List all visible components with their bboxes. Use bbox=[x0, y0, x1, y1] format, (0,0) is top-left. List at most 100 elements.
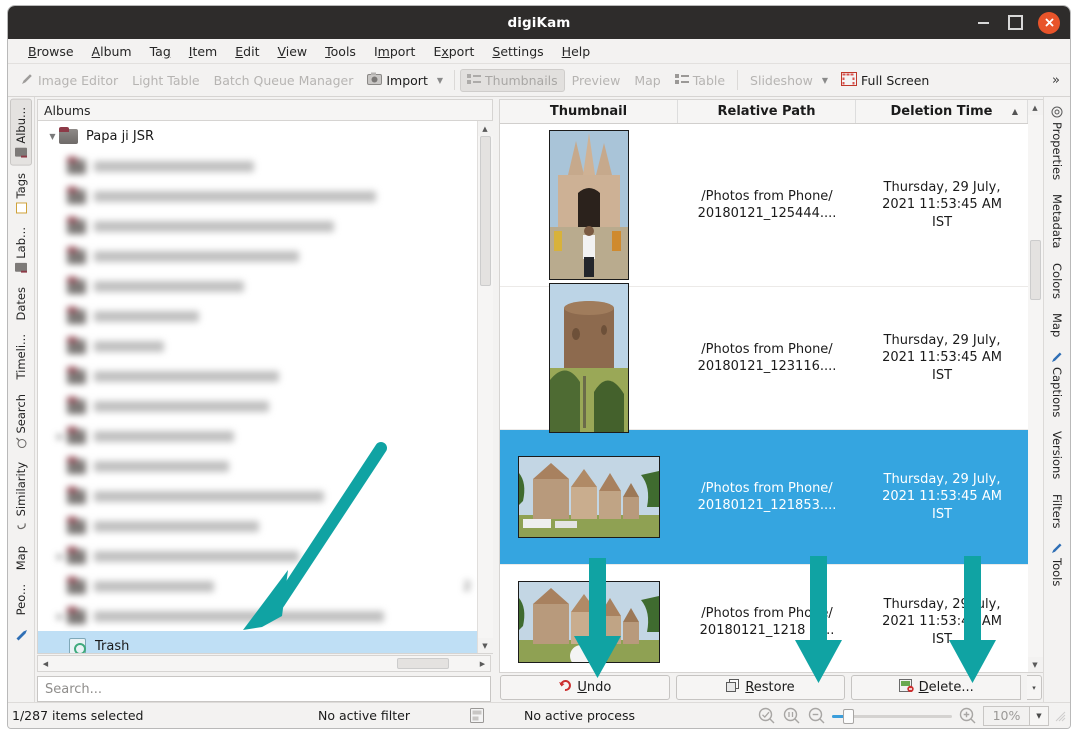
zoom-slider[interactable] bbox=[832, 706, 952, 726]
sidebar-item-search[interactable]: Search bbox=[11, 387, 31, 456]
menu-import[interactable]: Import bbox=[365, 41, 425, 61]
zoom-dropdown-button[interactable]: ▼ bbox=[1030, 706, 1049, 726]
menu-tools[interactable]: Tools bbox=[316, 41, 365, 61]
album-tree-vertical-scrollbar[interactable]: ▲ ▼ bbox=[477, 121, 492, 653]
tree-row-item[interactable]: 2 bbox=[38, 571, 477, 601]
zoom-slider-handle[interactable] bbox=[843, 709, 854, 724]
toolbar-table[interactable]: Table bbox=[668, 69, 732, 92]
sidebar-item-dates[interactable]: Dates bbox=[11, 280, 31, 327]
tree-row-item[interactable]: ▶ bbox=[38, 421, 477, 451]
tree-row-item[interactable] bbox=[38, 211, 477, 241]
import-dropdown-arrow[interactable]: ▼ bbox=[435, 76, 449, 85]
toolbar-image-editor[interactable]: Image Editor bbox=[13, 68, 125, 93]
delete-button[interactable]: Delete... bbox=[851, 675, 1021, 700]
sidebar-item-map[interactable]: Map bbox=[11, 539, 31, 577]
toolbar-slideshow[interactable]: Slideshow bbox=[743, 69, 820, 92]
sidebar-item-similarity[interactable]: Similarity bbox=[11, 455, 31, 538]
sidebar-item-timeline[interactable]: Timeli... bbox=[11, 327, 31, 387]
minimize-button[interactable] bbox=[974, 14, 992, 32]
resize-grip[interactable] bbox=[1054, 710, 1066, 722]
search-input[interactable] bbox=[45, 682, 490, 697]
sidebar-item-versions[interactable]: Versions bbox=[1047, 424, 1067, 486]
tree-row-trash[interactable]: Trash bbox=[38, 631, 477, 653]
sidebar-item-tags[interactable]: Tags bbox=[11, 166, 31, 220]
sidebar-item-filters[interactable]: Filters bbox=[1047, 487, 1067, 535]
table-body[interactable]: /Photos from Phone/ 20180121_125444....T… bbox=[500, 124, 1028, 672]
menu-item[interactable]: Item bbox=[180, 41, 226, 61]
scrollbar-track[interactable] bbox=[478, 136, 493, 638]
tree-row-item[interactable] bbox=[38, 391, 477, 421]
toolbar-preview[interactable]: Preview bbox=[565, 69, 628, 92]
menu-browse[interactable]: Browse bbox=[19, 41, 83, 61]
sidebar-item-metadata[interactable]: Metadata bbox=[1047, 187, 1067, 255]
chevron-down-icon[interactable]: ▼ bbox=[46, 132, 59, 141]
scroll-down-icon[interactable]: ▼ bbox=[478, 638, 493, 653]
toolbar-batch-queue-manager[interactable]: Batch Queue Manager bbox=[207, 69, 361, 92]
tree-row-item[interactable]: ▶ bbox=[38, 601, 477, 631]
scroll-right-icon[interactable]: ▶ bbox=[475, 656, 490, 671]
table-row[interactable]: /Photos from Phone/ 20180121_121853....T… bbox=[500, 430, 1028, 565]
scroll-up-icon[interactable]: ▲ bbox=[478, 121, 493, 136]
sidebar-item-labels[interactable]: Lab... bbox=[11, 220, 31, 280]
toolbar-map[interactable]: Map bbox=[627, 69, 667, 92]
menu-edit[interactable]: Edit bbox=[226, 41, 268, 61]
tree-row-item[interactable]: ▶ bbox=[38, 541, 477, 571]
menu-tag[interactable]: Tag bbox=[141, 41, 180, 61]
delete-dropdown-button[interactable]: ▾ bbox=[1027, 675, 1042, 700]
hscrollbar-thumb[interactable] bbox=[397, 658, 449, 669]
album-tree-horizontal-scrollbar[interactable]: ◀ ▶ bbox=[37, 655, 491, 672]
maximize-button[interactable] bbox=[1006, 14, 1024, 32]
tree-row-item[interactable] bbox=[38, 331, 477, 361]
sidebar-pencil-icon-tab[interactable] bbox=[12, 622, 31, 649]
table-row[interactable]: /Photos from Phone/ 20180121_125444....T… bbox=[500, 124, 1028, 287]
close-button[interactable] bbox=[1038, 12, 1060, 34]
table-scrollbar-track[interactable] bbox=[1028, 115, 1043, 657]
toolbar-overflow-button[interactable]: » bbox=[1052, 73, 1065, 88]
zoom-out-icon[interactable] bbox=[804, 706, 829, 726]
album-search-bar[interactable] bbox=[37, 676, 491, 702]
menu-export[interactable]: Export bbox=[424, 41, 483, 61]
zoom-in-icon[interactable] bbox=[955, 706, 980, 726]
slideshow-dropdown-arrow[interactable]: ▼ bbox=[820, 76, 834, 85]
tree-row-item[interactable] bbox=[38, 241, 477, 271]
menu-help[interactable]: Help bbox=[553, 41, 600, 61]
column-header-relative-path[interactable]: Relative Path bbox=[678, 100, 856, 123]
restore-button[interactable]: Restore bbox=[676, 675, 846, 700]
tree-row-item[interactable] bbox=[38, 181, 477, 211]
toolbar-import[interactable]: Import bbox=[360, 68, 435, 92]
sidebar-item-colors[interactable]: Colors bbox=[1047, 256, 1067, 306]
table-scroll-up-icon[interactable]: ▲ bbox=[1028, 100, 1043, 115]
tree-row-item[interactable] bbox=[38, 151, 477, 181]
chevron-icon[interactable]: ▶ bbox=[54, 612, 67, 621]
sidebar-item-properties[interactable]: Properties bbox=[1047, 99, 1067, 187]
chevron-icon[interactable]: ▶ bbox=[54, 432, 67, 441]
sidebar-item-people[interactable]: Peo... bbox=[11, 577, 31, 622]
tree-row-item[interactable] bbox=[38, 361, 477, 391]
tree-row-item[interactable] bbox=[38, 301, 477, 331]
table-scroll-down-icon[interactable]: ▼ bbox=[1028, 657, 1043, 672]
menu-album[interactable]: Album bbox=[83, 41, 141, 61]
tree-row-item[interactable] bbox=[38, 481, 477, 511]
zoom-value-field[interactable]: 10% bbox=[983, 706, 1030, 726]
table-row[interactable]: /Photos from Phone/ 20180121_1218 8....T… bbox=[500, 565, 1028, 672]
tree-row-item[interactable] bbox=[38, 451, 477, 481]
hscrollbar-track[interactable] bbox=[53, 656, 475, 671]
tree-row-item[interactable] bbox=[38, 511, 477, 541]
column-header-deletion-time[interactable]: Deletion Time ▲ bbox=[856, 100, 1028, 123]
menu-settings[interactable]: Settings bbox=[483, 41, 552, 61]
zoom-100-icon[interactable] bbox=[779, 706, 804, 726]
sidebar-item-albums[interactable]: Albu... bbox=[10, 99, 32, 166]
toolbar-thumbnails[interactable]: Thumbnails bbox=[460, 69, 565, 92]
sidebar-item-tools[interactable]: Tools bbox=[1047, 535, 1067, 593]
table-row[interactable]: /Photos from Phone/ 20180121_123116....T… bbox=[500, 287, 1028, 430]
sidebar-item-map-right[interactable]: Map bbox=[1047, 306, 1067, 344]
toolbar-light-table[interactable]: Light Table bbox=[125, 69, 207, 92]
zoom-fit-icon[interactable] bbox=[754, 706, 779, 726]
toolbar-full-screen[interactable]: Full Screen bbox=[834, 68, 936, 93]
chevron-icon[interactable]: ▶ bbox=[54, 552, 67, 561]
column-header-thumbnail[interactable]: Thumbnail bbox=[500, 100, 678, 123]
scroll-left-icon[interactable]: ◀ bbox=[38, 656, 53, 671]
undo-button[interactable]: Undo bbox=[500, 675, 670, 700]
table-vertical-scrollbar[interactable]: ▲ ▼ bbox=[1028, 99, 1043, 673]
sidebar-item-captions[interactable]: Captions bbox=[1047, 344, 1067, 424]
